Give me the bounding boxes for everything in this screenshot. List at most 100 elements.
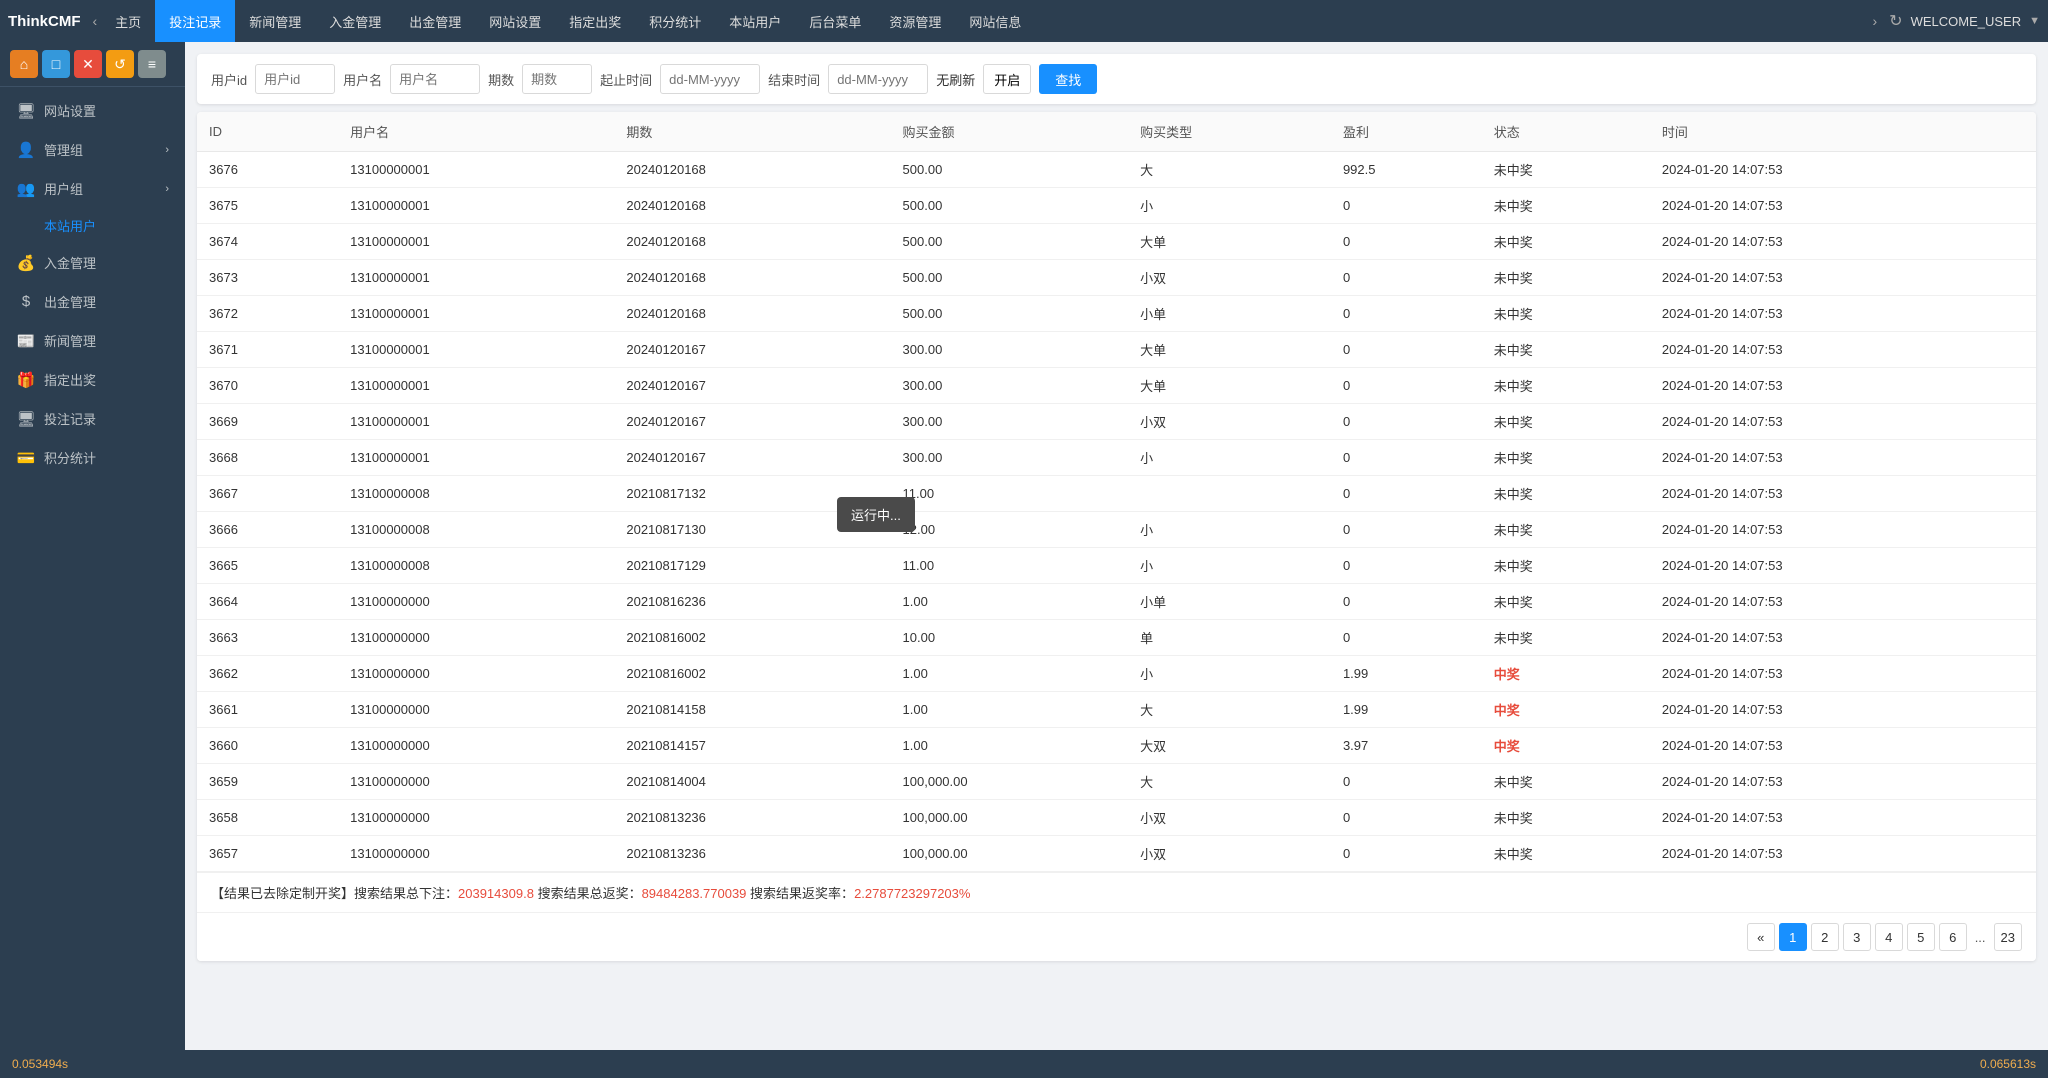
period-input[interactable] [522,64,592,94]
prize-icon: 🎁 [16,371,36,389]
sidebar-item-user-group[interactable]: 👥 用户组 › [0,169,185,208]
cell-id: 3664 [197,584,338,620]
nav-item-withdraw[interactable]: 出金管理 [395,0,475,42]
table-row: 3660 13100000000 20210814157 1.00 大双 3.9… [197,728,2036,764]
cell-amount: 1.00 [891,728,1129,764]
cell-profit: 0 [1331,836,1482,872]
user-group-icon: 👥 [16,180,36,198]
table-row: 3671 13100000001 20240120167 300.00 大单 0… [197,332,2036,368]
summary-middle: 搜索结果总返奖： [538,886,642,901]
page-1-button[interactable]: 1 [1779,923,1807,951]
page-last-button[interactable]: 23 [1994,923,2022,951]
cell-time: 2024-01-20 14:07:53 [1650,836,2036,872]
table-row: 3658 13100000000 20210813236 100,000.00 … [197,800,2036,836]
sidebar-label-user-group: 用户组 [44,179,83,198]
user-id-input[interactable] [255,64,335,94]
username-input[interactable] [390,64,480,94]
cell-period: 20210817130 [614,512,890,548]
cell-amount: 500.00 [891,152,1129,188]
cell-status: 未中奖 [1482,620,1650,656]
cell-status: 未中奖 [1482,260,1650,296]
user-info[interactable]: WELCOME_USER [1911,14,2022,29]
sidebar-item-site-settings[interactable]: 🖥 网站设置 [0,91,185,130]
sidebar-item-points[interactable]: 💳 积分统计 [0,438,185,477]
cell-amount: 1.00 [891,656,1129,692]
cell-profit: 3.97 [1331,728,1482,764]
cell-type: 小单 [1128,296,1331,332]
page-2-button[interactable]: 2 [1811,923,1839,951]
nav-item-site-settings[interactable]: 网站设置 [475,0,555,42]
sidebar-menu-icon[interactable]: ≡ [138,50,166,78]
toggle-refresh-button[interactable]: 开启 [983,64,1031,94]
sidebar-subitem-site-users[interactable]: 本站用户 [0,208,185,243]
sidebar-home-icon[interactable]: ⌂ [10,50,38,78]
end-time-input[interactable] [828,64,928,94]
cell-id: 3662 [197,656,338,692]
nav-item-designated-prize[interactable]: 指定出奖 [555,0,635,42]
start-time-input[interactable] [660,64,760,94]
refresh-icon[interactable]: ↻ [1889,11,1902,31]
cell-profit: 0 [1331,440,1482,476]
sidebar-close-icon[interactable]: ✕ [74,50,102,78]
cell-type: 大单 [1128,224,1331,260]
cell-username: 13100000000 [338,800,614,836]
page-4-button[interactable]: 4 [1875,923,1903,951]
cell-period: 20240120167 [614,404,890,440]
cell-time: 2024-01-20 14:07:53 [1650,764,2036,800]
table-row: 3669 13100000001 20240120167 300.00 小双 0… [197,404,2036,440]
sidebar-item-admin-group[interactable]: 👤 管理组 › [0,130,185,169]
nav-item-points[interactable]: 积分统计 [635,0,715,42]
cell-time: 2024-01-20 14:07:53 [1650,368,2036,404]
col-type: 购买类型 [1128,112,1331,152]
cell-status: 未中奖 [1482,368,1650,404]
sidebar-item-withdraw[interactable]: $ 出金管理 [0,282,185,321]
sidebar-item-deposit[interactable]: 💰 入金管理 [0,243,185,282]
sidebar-item-bet-records[interactable]: 🖥 投注记录 [0,399,185,438]
cell-amount: 500.00 [891,188,1129,224]
points-icon: 💳 [16,449,36,467]
nav-item-backend[interactable]: 后台菜单 [795,0,875,42]
cell-username: 13100000001 [338,188,614,224]
bet-icon: 🖥 [16,410,36,428]
cell-period: 20210816002 [614,656,890,692]
cell-time: 2024-01-20 14:07:53 [1650,224,2036,260]
nav-item-deposit[interactable]: 入金管理 [315,0,395,42]
cell-status: 未中奖 [1482,512,1650,548]
cell-period: 20210817132 [614,476,890,512]
page-prev-button[interactable]: « [1747,923,1775,951]
cell-period: 20210813236 [614,836,890,872]
sidebar-item-news[interactable]: 📰 新闻管理 [0,321,185,360]
nav-next-arrow[interactable]: › [1873,13,1878,29]
nav-item-users[interactable]: 本站用户 [715,0,795,42]
cell-time: 2024-01-20 14:07:53 [1650,332,2036,368]
table-row: 3666 13100000008 20210817130 12.00 小 0 未… [197,512,2036,548]
bet-records-table: ID 用户名 期数 购买金额 购买类型 盈利 状态 时间 3676 131000… [197,112,2036,872]
cell-amount: 500.00 [891,224,1129,260]
search-button[interactable]: 查找 [1039,64,1097,94]
cell-status: 中奖 [1482,656,1650,692]
nav-item-bets[interactable]: 投注记录 [155,0,235,42]
admin-group-arrow: › [165,144,169,156]
sidebar-refresh-icon[interactable]: ↺ [106,50,134,78]
page-6-button[interactable]: 6 [1939,923,1967,951]
nav-item-news[interactable]: 新闻管理 [235,0,315,42]
sidebar-new-icon[interactable]: □ [42,50,70,78]
cell-type: 小单 [1128,584,1331,620]
cell-period: 20240120168 [614,224,890,260]
nav-item-resources[interactable]: 资源管理 [875,0,955,42]
sidebar-item-designated-prize[interactable]: 🎁 指定出奖 [0,360,185,399]
no-refresh-label: 无刷新 [936,70,975,89]
cell-id: 3671 [197,332,338,368]
cell-status: 未中奖 [1482,404,1650,440]
nav-prev-arrow[interactable]: ‹ [93,13,98,29]
cell-period: 20240120167 [614,440,890,476]
nav-home[interactable]: 主页 [101,0,155,42]
nav-item-site-info[interactable]: 网站信息 [955,0,1035,42]
cell-id: 3660 [197,728,338,764]
page-3-button[interactable]: 3 [1843,923,1871,951]
cell-status: 未中奖 [1482,152,1650,188]
cell-type: 单 [1128,620,1331,656]
page-5-button[interactable]: 5 [1907,923,1935,951]
user-dropdown-icon[interactable]: ▼ [2029,15,2040,27]
cell-amount: 12.00 [891,512,1129,548]
